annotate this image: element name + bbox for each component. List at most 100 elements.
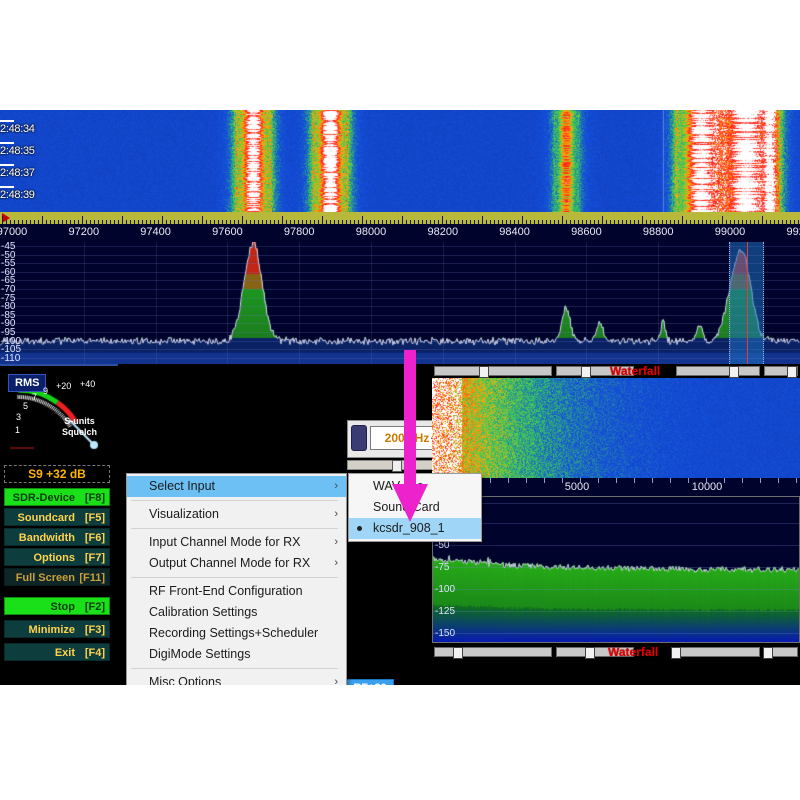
button-bandwidth[interactable]: Bandwidth [F6] (4, 528, 110, 546)
s-mark-plus40: +40 (80, 379, 96, 389)
frequency-ruler[interactable] (0, 212, 800, 224)
af-spectrum-display[interactable]: 0 dB-25-50-75-100-125-150 (432, 496, 800, 643)
menu-item-output-channel-mode-for-rx[interactable]: Output Channel Mode for RX › (127, 553, 346, 574)
menu-item-visualization[interactable]: Visualization › (127, 504, 346, 525)
wf-contrast-thumb[interactable] (479, 366, 489, 378)
submenu-item-kcsdr-908-1[interactable]: kcsdr_908_1 (349, 518, 481, 539)
submenu-item-sound-card[interactable]: Sound Card (349, 497, 481, 518)
button-shortcut: [F3] (84, 624, 105, 636)
menu-item-label: Misc Options (149, 675, 222, 685)
wf-brightness-thumb[interactable] (581, 366, 591, 378)
ruler-tick (282, 216, 283, 224)
rf-db-label: -110 (1, 352, 21, 364)
rf-gain-button[interactable]: RF+20 (346, 679, 394, 685)
chevron-right-icon: › (334, 536, 338, 548)
af-gridline-h (433, 633, 799, 634)
tuning-slider-thumb[interactable] (392, 460, 402, 472)
af-db-label: -75 (435, 562, 450, 573)
af-waterfall-display[interactable] (432, 378, 800, 478)
rf-gridline-v (227, 242, 229, 364)
ruler-tick (402, 216, 403, 224)
menu-item-calibration-settings[interactable]: Calibration Settings (127, 602, 346, 623)
button-full-screen[interactable]: Full Screen [F11] (4, 568, 110, 586)
af-ruler-tick (796, 478, 797, 483)
s-meter-title: S-units Squelch (62, 416, 97, 438)
menu-item-misc-options[interactable]: Misc Options › (127, 672, 346, 685)
button-options[interactable]: Options [F7] (4, 548, 110, 566)
menu-item-label: Calibration Settings (149, 605, 258, 619)
af-frequency-ruler[interactable]: 5000 10000 (432, 478, 800, 496)
rf-waterfall-display[interactable]: 2:48:34 2:48:35 2:48:37 2:48:39 (0, 110, 800, 212)
chevron-right-icon: › (334, 557, 338, 569)
ruler-tick (762, 216, 763, 224)
receive-band-marker[interactable] (729, 242, 764, 364)
af-gridline-h (433, 611, 799, 612)
button-stop[interactable]: Stop [F2] (4, 597, 110, 615)
tuning-knob-icon[interactable] (351, 425, 367, 451)
button-minimize[interactable]: Minimize [F3] (4, 620, 110, 638)
rf-frequency-label: 99200 (786, 226, 800, 238)
button-label: Stop (50, 601, 75, 613)
ruler-tick (442, 216, 443, 224)
rf-gridline-h (0, 246, 800, 247)
rf-gridline-v (155, 242, 157, 364)
button-label: Options (33, 552, 75, 564)
rf-frequency-label: 99000 (714, 226, 746, 238)
rf-gridline-v (83, 242, 85, 364)
wf-zoom-thumb[interactable] (787, 366, 797, 378)
options-context-menu[interactable]: Select Input › Visualization › Input Channel… (126, 473, 347, 685)
rf-gridline-h (0, 314, 800, 316)
menu-item-rf-front-end-configuration[interactable]: RF Front-End Configuration (127, 581, 346, 602)
menu-item-digimode-settings[interactable]: DigiMode Settings (127, 644, 346, 665)
s-mark-9: 9 (43, 386, 49, 396)
s-meter-reading: S9 +32 dB (4, 465, 110, 483)
af-speed-thumb[interactable] (671, 647, 681, 659)
menu-item-input-channel-mode-for-rx[interactable]: Input Channel Mode for RX › (127, 532, 346, 553)
af-contrast-thumb[interactable] (453, 647, 463, 659)
af-zoom-thumb[interactable] (763, 647, 773, 659)
menu-separator (131, 500, 338, 501)
af-speed-slider[interactable] (671, 647, 760, 659)
wf-speed-slider[interactable] (676, 366, 760, 378)
button-sdr-device[interactable]: SDR-Device [F8] (4, 488, 110, 506)
button-shortcut: [F5] (84, 512, 105, 524)
wf-speed-thumb[interactable] (729, 366, 739, 378)
select-input-submenu[interactable]: WAV File Sound Card kcsdr_908_1 (348, 473, 482, 542)
wf-zoom-slider[interactable] (764, 366, 798, 378)
button-exit[interactable]: Exit [F4] (4, 643, 110, 661)
submenu-item-wav-file[interactable]: WAV File (349, 476, 481, 497)
button-label: Exit (54, 647, 75, 659)
s-meter[interactable]: RMS S-units Squelch 1 3 5 7 9 +20 +40 (4, 370, 114, 462)
af-zoom-slider[interactable] (763, 647, 798, 659)
button-soundcard[interactable]: Soundcard [F5] (4, 508, 110, 526)
rf-gridline-h (0, 306, 800, 308)
wf-contrast-slider[interactable] (434, 366, 552, 378)
rms-mode-badge[interactable]: RMS (8, 374, 47, 392)
rf-gridline-v (371, 242, 372, 364)
s-mark-5: 5 (23, 401, 29, 411)
button-label: Minimize (28, 624, 75, 636)
menu-item-label: Recording Settings+Scheduler (149, 626, 319, 640)
rf-spectrum-display[interactable]: 97000 97200 97400 97600 97800 98000 98200 98400… (0, 224, 800, 364)
menu-item-select-input[interactable]: Select Input › (127, 476, 346, 497)
af-brightness-thumb[interactable] (585, 647, 595, 659)
af-gridline-h (433, 567, 799, 568)
af-ruler-tick (616, 478, 617, 483)
s-mark-plus20: +20 (56, 381, 72, 391)
hdsdr-application-window: 2:48:342:48:352:48:372:48:39 97000972009… (0, 110, 800, 685)
submenu-item-label: WAV File (373, 479, 424, 493)
menu-item-label: Input Channel Mode for RX (149, 535, 301, 549)
button-label: Full Screen (15, 572, 75, 584)
af-frequency-label: 10000 (691, 481, 723, 493)
af-ruler-tick (778, 478, 779, 483)
chevron-right-icon: › (334, 480, 338, 492)
menu-item-recording-settings-scheduler[interactable]: Recording Settings+Scheduler (127, 623, 346, 644)
af-ruler-tick (544, 478, 545, 483)
af-ruler-tick (562, 478, 563, 483)
rf-gridline-h (0, 254, 800, 256)
rf-gridline-v (299, 242, 301, 364)
rf-gridline-h (0, 323, 800, 325)
ruler-tick (362, 216, 363, 224)
button-shortcut: [F6] (84, 532, 105, 544)
af-contrast-slider[interactable] (434, 647, 552, 659)
